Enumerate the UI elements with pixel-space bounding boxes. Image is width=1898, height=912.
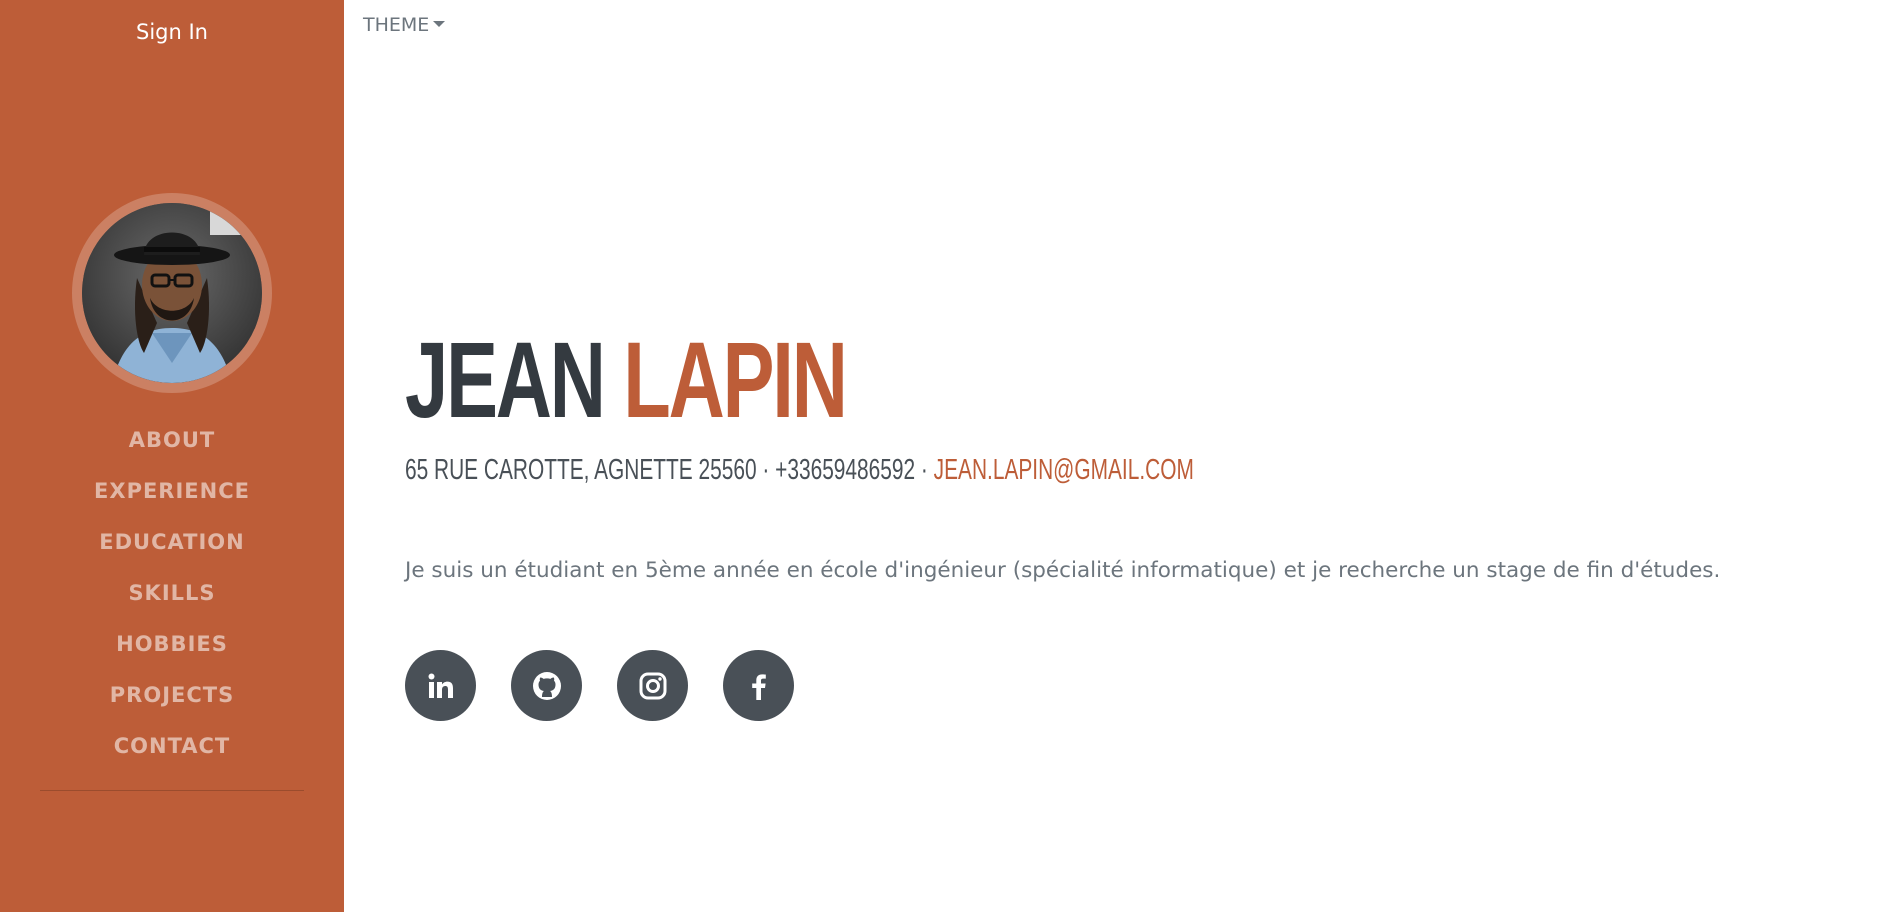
bio-text: Je suis un étudiant en 5ème année en éco…: [405, 558, 1721, 583]
address: 65 RUE CAROTTE, AGNETTE 25560: [405, 454, 757, 486]
separator: ·: [915, 454, 934, 486]
theme-dropdown[interactable]: THEME: [363, 14, 446, 36]
first-name: JEAN: [405, 319, 606, 440]
sidebar: Sign In ABOUT EXPERIENCE EDUCATION SKILL…: [0, 0, 344, 912]
sidebar-item-hobbies[interactable]: HOBBIES: [0, 624, 344, 675]
theme-label: THEME: [363, 14, 430, 36]
profile-photo: [82, 203, 262, 383]
sidebar-nav: ABOUT EXPERIENCE EDUCATION SKILLS HOBBIE…: [0, 420, 344, 777]
sidebar-item-experience[interactable]: EXPERIENCE: [0, 471, 344, 522]
phone: +33659486592: [775, 454, 916, 486]
linkedin-icon: [428, 673, 453, 698]
avatar-frame: [72, 193, 272, 393]
facebook-icon: [751, 673, 766, 700]
last-name: LAPIN: [623, 319, 848, 440]
caret-down-icon: [433, 21, 446, 27]
contact-subheading: 65 RUE CAROTTE, AGNETTE 25560 · +3365948…: [405, 453, 1194, 487]
separator: ·: [756, 454, 776, 486]
sidebar-item-education[interactable]: EDUCATION: [0, 522, 344, 573]
sign-in-link[interactable]: Sign In: [0, 20, 344, 44]
sidebar-item-skills[interactable]: SKILLS: [0, 573, 344, 624]
instagram-button[interactable]: [617, 650, 688, 721]
sidebar-item-contact[interactable]: CONTACT: [0, 726, 344, 777]
sidebar-divider: [40, 790, 304, 791]
sidebar-item-projects[interactable]: PROJECTS: [0, 675, 344, 726]
instagram-icon: [639, 672, 666, 699]
avatar: [82, 203, 262, 383]
github-button[interactable]: [511, 650, 582, 721]
facebook-button[interactable]: [723, 650, 794, 721]
social-icons: [405, 650, 794, 721]
email-link[interactable]: JEAN.LAPIN@GMAIL.COM: [934, 454, 1194, 486]
sidebar-item-about[interactable]: ABOUT: [0, 420, 344, 471]
page-title: JEAN LAPIN: [405, 326, 848, 434]
github-icon: [532, 671, 561, 700]
linkedin-button[interactable]: [405, 650, 476, 721]
